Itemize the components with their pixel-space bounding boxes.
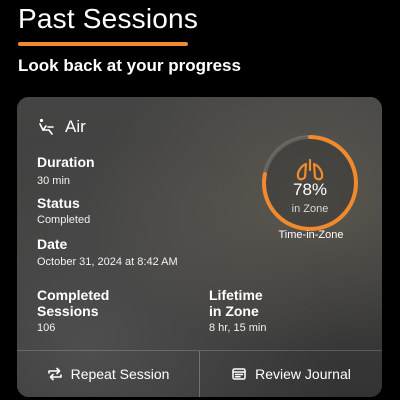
- status-value: Completed: [37, 214, 91, 226]
- page-title: Past Sessions: [18, 3, 199, 34]
- seat-recline-icon: [37, 117, 57, 137]
- time-in-zone-ring: 78% in Zone: [257, 130, 363, 236]
- time-in-zone-sub-label: in Zone: [291, 203, 329, 215]
- journal-icon: [231, 366, 247, 382]
- card-actions: Repeat Session Review Journal: [17, 350, 382, 397]
- completed-sessions-label-line1: Completed: [37, 287, 110, 303]
- lifetime-label-line1: Lifetime: [209, 287, 263, 303]
- lifetime-label-line2: in Zone: [209, 303, 259, 319]
- completed-sessions-label-line2: Sessions: [37, 303, 99, 319]
- date-value: October 31, 2024 at 8:42 AM: [37, 256, 178, 268]
- review-journal-button[interactable]: Review Journal: [200, 351, 382, 397]
- duration-label: Duration: [37, 154, 95, 170]
- page-subtitle: Look back at your progress: [18, 56, 241, 75]
- session-card: Air Duration 30 min Status Completed Dat…: [17, 97, 382, 397]
- duration-value: 30 min: [37, 175, 71, 187]
- completed-sessions-value: 106: [37, 322, 56, 334]
- session-name: Air: [65, 117, 86, 136]
- review-journal-label: Review Journal: [255, 366, 351, 382]
- repeat-session-label: Repeat Session: [70, 366, 170, 382]
- session-header: Air: [37, 117, 86, 137]
- status-label: Status: [37, 195, 80, 211]
- time-in-zone-percent: 78%: [292, 180, 328, 199]
- time-in-zone-caption: Time-in-Zone: [278, 229, 344, 241]
- lifetime-value: 8 hr, 15 min: [209, 322, 267, 334]
- repeat-icon: [47, 366, 63, 382]
- date-label: Date: [37, 236, 68, 252]
- repeat-session-button[interactable]: Repeat Session: [17, 351, 199, 397]
- title-underline: [18, 42, 188, 46]
